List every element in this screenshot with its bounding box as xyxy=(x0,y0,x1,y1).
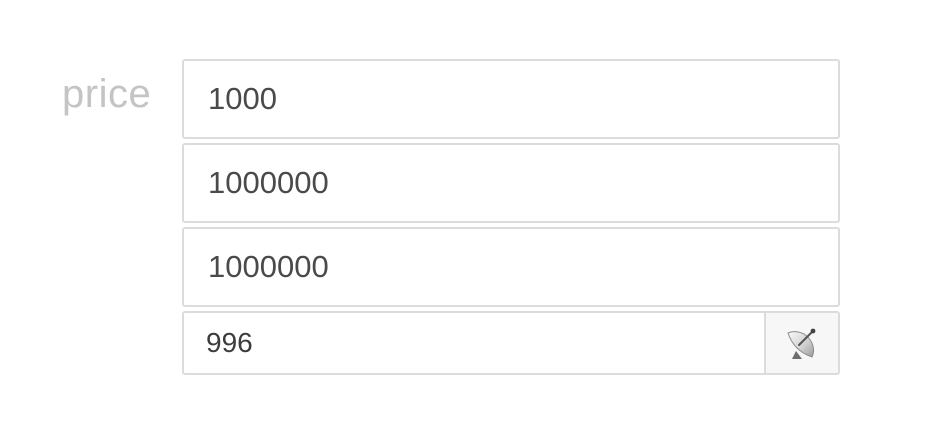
price-input-2[interactable] xyxy=(182,143,840,223)
price-input-group xyxy=(182,311,840,375)
price-form-row: price xyxy=(0,0,926,432)
price-input-3[interactable] xyxy=(182,227,840,307)
satellite-dish-button[interactable] xyxy=(764,313,838,373)
satellite-dish-icon xyxy=(787,328,816,359)
price-input-4[interactable] xyxy=(184,313,764,373)
price-inputs xyxy=(182,59,840,375)
price-input-1[interactable] xyxy=(182,59,840,139)
price-label: price xyxy=(62,72,152,116)
